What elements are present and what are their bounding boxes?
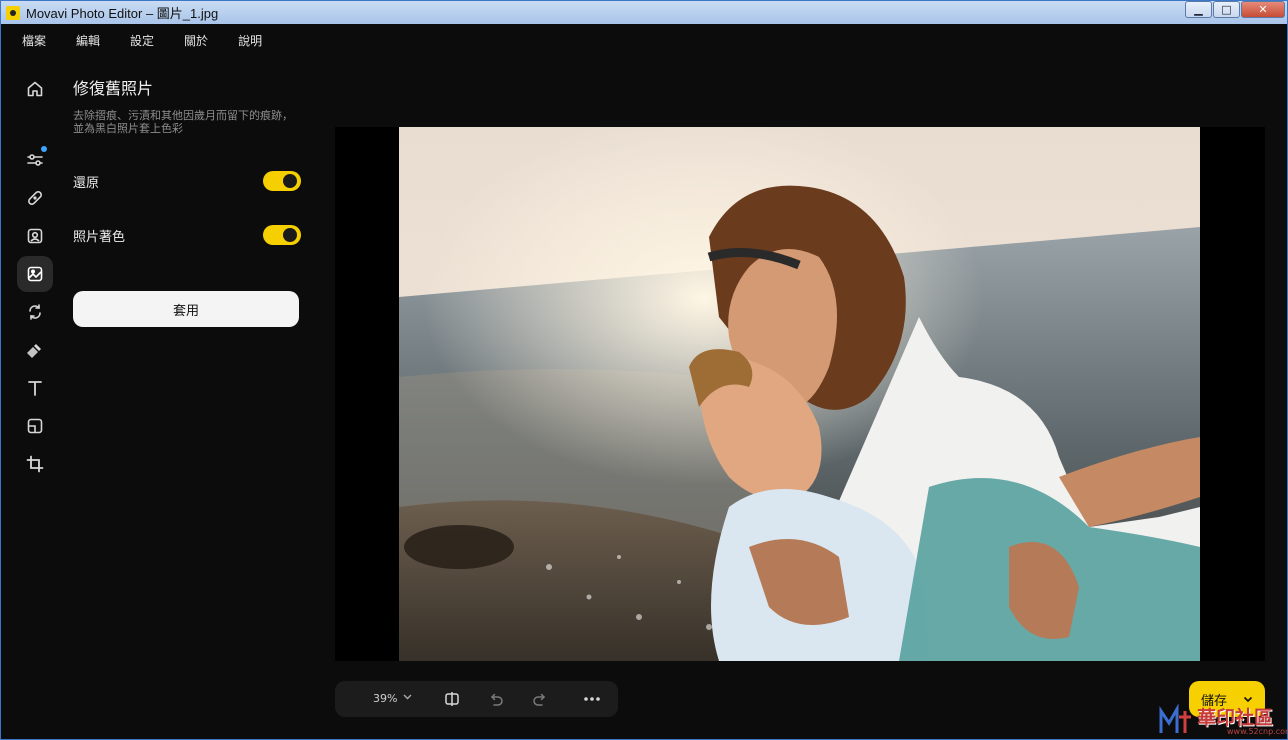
watermark-logo-icon	[1159, 703, 1191, 733]
tool-restore-button[interactable]	[17, 256, 53, 292]
watermark: 華印社區 www.52cnp.com	[1157, 701, 1288, 739]
compare-icon[interactable]	[443, 690, 461, 708]
app-window: Movavi Photo Editor – 圖片_1.jpg ▁ □ ✕ 檔案 …	[0, 0, 1288, 740]
restore-toggle[interactable]	[263, 171, 301, 191]
zoom-level[interactable]: 39%	[373, 692, 397, 705]
menu-help[interactable]: 說明	[238, 32, 262, 49]
tool-frame-button[interactable]	[17, 408, 53, 444]
apply-button[interactable]: 套用	[73, 291, 299, 327]
close-button[interactable]: ✕	[1241, 1, 1285, 18]
crop-icon	[26, 455, 44, 473]
panel-description: 去除摺痕、污漬和其他因歲月而留下的痕跡，並為黑白照片套上色彩	[73, 109, 293, 135]
photo-preview	[399, 127, 1200, 661]
window-title: Movavi Photo Editor – 圖片_1.jpg	[26, 6, 219, 21]
maximize-button[interactable]: □	[1213, 1, 1240, 18]
watermark-text: 華印社區	[1197, 707, 1274, 729]
undo-icon[interactable]	[487, 690, 505, 708]
tool-home-button[interactable]	[17, 71, 53, 107]
tool-text-button[interactable]	[17, 370, 53, 406]
tool-adjust-button[interactable]	[17, 142, 53, 178]
chevron-down-icon[interactable]	[403, 694, 412, 700]
portrait-icon	[27, 228, 43, 244]
tool-crop-button[interactable]	[17, 446, 53, 482]
image-restore-icon	[27, 266, 43, 282]
colorize-label: 照片著色	[73, 229, 126, 245]
watermark-url: www.52cnp.com	[1227, 727, 1288, 736]
menu-edit[interactable]: 編輯	[76, 32, 100, 49]
colorize-toggle[interactable]	[263, 225, 301, 245]
notification-dot	[41, 146, 47, 152]
tool-magic-button[interactable]	[17, 332, 53, 368]
panel-title: 修復舊照片	[73, 79, 154, 98]
minimize-button[interactable]: ▁	[1185, 1, 1212, 18]
tool-retouch-button[interactable]	[17, 180, 53, 216]
menu-settings[interactable]: 設定	[130, 32, 154, 49]
replace-background-icon	[29, 304, 41, 320]
bottom-toolbar: 39%	[335, 681, 618, 717]
restore-panel: 修復舊照片 去除摺痕、污漬和其他因歲月而留下的痕跡，並為黑白照片套上色彩 還原 …	[73, 75, 301, 327]
title-bar: Movavi Photo Editor – 圖片_1.jpg ▁ □ ✕	[1, 1, 1287, 24]
menu-file[interactable]: 檔案	[22, 32, 46, 49]
app-logo-icon	[6, 5, 20, 20]
more-icon[interactable]	[583, 690, 601, 708]
restore-label: 還原	[73, 175, 100, 191]
image-canvas[interactable]	[335, 127, 1265, 661]
magic-wand-icon	[27, 344, 41, 358]
toggle-knob	[283, 228, 297, 242]
colorize-option-row: 照片著色	[73, 225, 301, 245]
tool-portrait-button[interactable]	[17, 218, 53, 254]
home-icon	[27, 81, 43, 97]
toggle-knob	[283, 174, 297, 188]
bandage-icon	[28, 191, 42, 205]
text-icon	[28, 381, 42, 396]
menu-bar: 檔案 編輯 設定 關於 說明	[1, 25, 1287, 55]
tool-background-button[interactable]	[17, 294, 53, 330]
beach-photo-image	[399, 127, 1200, 661]
adjust-sliders-icon	[27, 154, 43, 166]
restore-option-row: 還原	[73, 171, 301, 191]
frame-icon	[27, 418, 43, 434]
window-controls: ▁ □ ✕	[1184, 1, 1285, 18]
redo-icon[interactable]	[531, 690, 549, 708]
menu-about[interactable]: 關於	[184, 32, 208, 49]
